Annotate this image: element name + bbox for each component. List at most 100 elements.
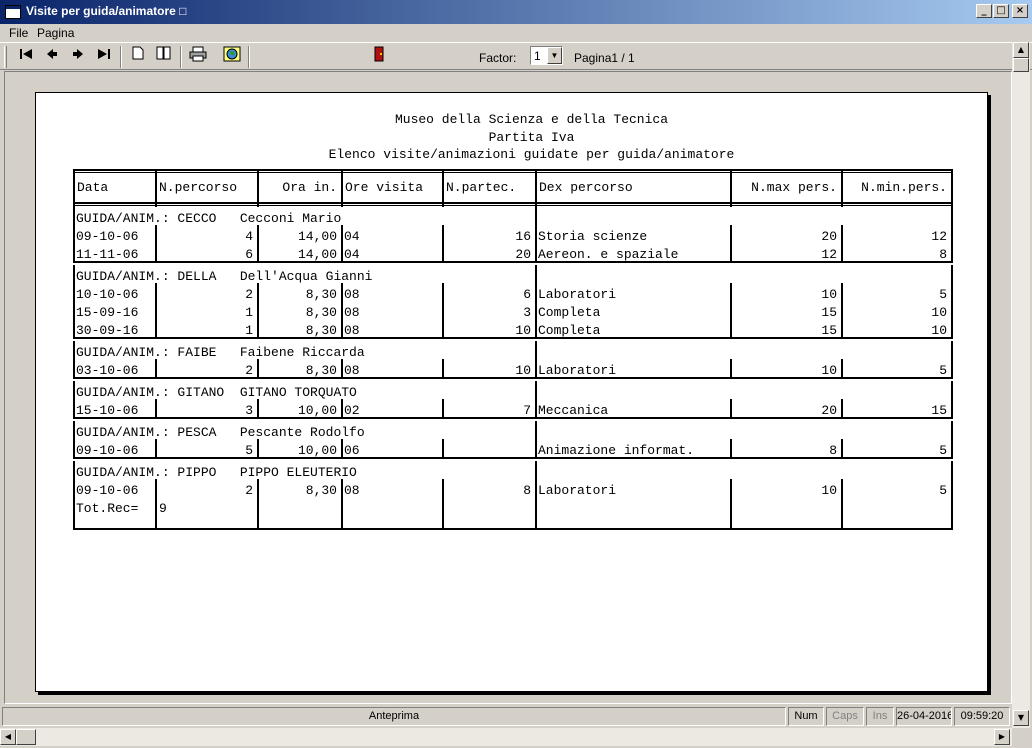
group-separator: [73, 417, 951, 419]
column-divider: [730, 439, 732, 459]
column-divider: [535, 461, 537, 530]
column-divider: [535, 341, 537, 379]
minimize-button[interactable]: _: [976, 4, 992, 18]
column-divider: [155, 479, 157, 530]
column-divider: [73, 169, 75, 207]
single-page-icon[interactable]: [127, 46, 149, 68]
horizontal-scrollbar[interactable]: ◀ ▶: [0, 728, 1012, 746]
column-divider: [841, 439, 843, 459]
title-bar: Visite per guida/animatore □ _ □ ×: [0, 0, 1032, 24]
page-indicator: Pagina1 / 1: [574, 51, 635, 65]
column-divider: [73, 421, 75, 459]
menu-file[interactable]: File: [9, 26, 28, 40]
table-cell: 2: [245, 287, 253, 302]
column-divider: [841, 399, 843, 419]
restore-button[interactable]: □: [993, 4, 1009, 18]
column-divider: [951, 461, 953, 530]
table-cell: 8: [523, 483, 531, 498]
column-divider: [442, 479, 444, 530]
toolbar-separator: [248, 46, 250, 68]
prev-page-icon[interactable]: [41, 46, 63, 68]
menu-bar: File Pagina: [0, 24, 1032, 42]
column-header: N.max pers.: [751, 180, 837, 195]
column-divider: [730, 359, 732, 379]
column-divider: [535, 169, 537, 207]
column-header: N.partec.: [446, 180, 517, 195]
table-cell: 3: [523, 305, 531, 320]
toolbar: Factor: Pagina1 / 1: [0, 42, 1032, 70]
close-button[interactable]: ×: [1012, 4, 1028, 18]
table-cell: 16: [515, 229, 531, 244]
group-separator: [73, 377, 951, 379]
column-divider: [73, 207, 75, 263]
column-divider: [535, 207, 537, 263]
column-divider: [257, 479, 259, 530]
scroll-up-icon[interactable]: ▲: [1013, 42, 1029, 58]
next-page-icon[interactable]: [67, 46, 89, 68]
table-cell: 12: [931, 229, 947, 244]
scroll-right-icon[interactable]: ▶: [994, 729, 1010, 745]
preview-area: Museo della Scienza e della Tecnica Parti…: [4, 71, 1012, 704]
toolbar-grip[interactable]: [4, 46, 7, 68]
column-divider: [841, 225, 843, 263]
column-divider: [257, 169, 259, 207]
column-divider: [535, 265, 537, 339]
group-separator: [73, 528, 951, 530]
column-divider: [951, 341, 953, 379]
table-cell: 2: [245, 483, 253, 498]
column-header: Ora in.: [282, 180, 337, 195]
report-header-line: Museo della Scienza e della Tecnica: [394, 112, 669, 127]
table-cell: 8,30: [305, 483, 337, 498]
export-icon[interactable]: [221, 46, 243, 68]
column-divider: [951, 421, 953, 459]
status-bar: Anteprima Num Caps Ins 26-04-2016 09:59:…: [0, 705, 1012, 727]
group-separator: [73, 261, 951, 263]
table-cell: 10: [821, 483, 837, 498]
scroll-left-icon[interactable]: ◀: [0, 729, 16, 745]
printer-icon[interactable]: [187, 46, 209, 68]
chevron-down-icon[interactable]: ▼: [547, 47, 562, 64]
status-ins: Ins: [866, 707, 894, 726]
group-label: GUIDA/ANIM.: GITANO GITANO TORQUATO: [76, 385, 357, 400]
column-divider: [155, 225, 157, 263]
menu-pagina[interactable]: Pagina: [37, 26, 74, 40]
table-cell: 8,30: [305, 305, 337, 320]
column-divider: [155, 439, 157, 459]
scroll-thumb-horizontal[interactable]: [16, 729, 36, 745]
column-divider: [341, 169, 343, 207]
vertical-scrollbar[interactable]: ▲ ▼: [1012, 42, 1030, 728]
table-header-border: [73, 202, 951, 206]
column-divider: [73, 461, 75, 530]
column-divider: [535, 381, 537, 419]
first-page-icon[interactable]: [15, 46, 37, 68]
group-label: GUIDA/ANIM.: PIPPO PIPPO ELEUTERIO: [76, 465, 357, 480]
table-cell: 10: [931, 305, 947, 320]
column-divider: [341, 225, 343, 263]
column-divider: [841, 283, 843, 339]
scroll-down-icon[interactable]: ▼: [1013, 710, 1029, 726]
table-cell: 04: [344, 229, 360, 244]
two-pages-icon[interactable]: [153, 46, 175, 68]
last-page-icon[interactable]: [93, 46, 115, 68]
window-icon[interactable]: [5, 5, 21, 19]
table-cell: 08: [344, 287, 360, 302]
column-divider: [341, 479, 343, 530]
column-divider: [442, 359, 444, 379]
table-cell: 20: [821, 229, 837, 244]
column-divider: [257, 225, 259, 263]
column-divider: [257, 399, 259, 419]
exit-door-icon[interactable]: [368, 46, 390, 68]
column-divider: [155, 359, 157, 379]
table-cell: 14,00: [297, 229, 337, 244]
factor-select[interactable]: 1 ▼: [530, 46, 563, 65]
scroll-thumb[interactable]: [1013, 58, 1029, 72]
factor-label: Factor:: [479, 51, 517, 65]
column-divider: [730, 399, 732, 419]
group-label: GUIDA/ANIM.: PESCA Pescante Rodolfo: [76, 425, 365, 440]
table-top-border: [73, 169, 951, 173]
column-header: N.min.pers.: [861, 180, 947, 195]
table-cell: 15: [821, 305, 837, 320]
table-cell: 08: [344, 483, 360, 498]
column-divider: [155, 169, 157, 207]
column-divider: [73, 265, 75, 339]
